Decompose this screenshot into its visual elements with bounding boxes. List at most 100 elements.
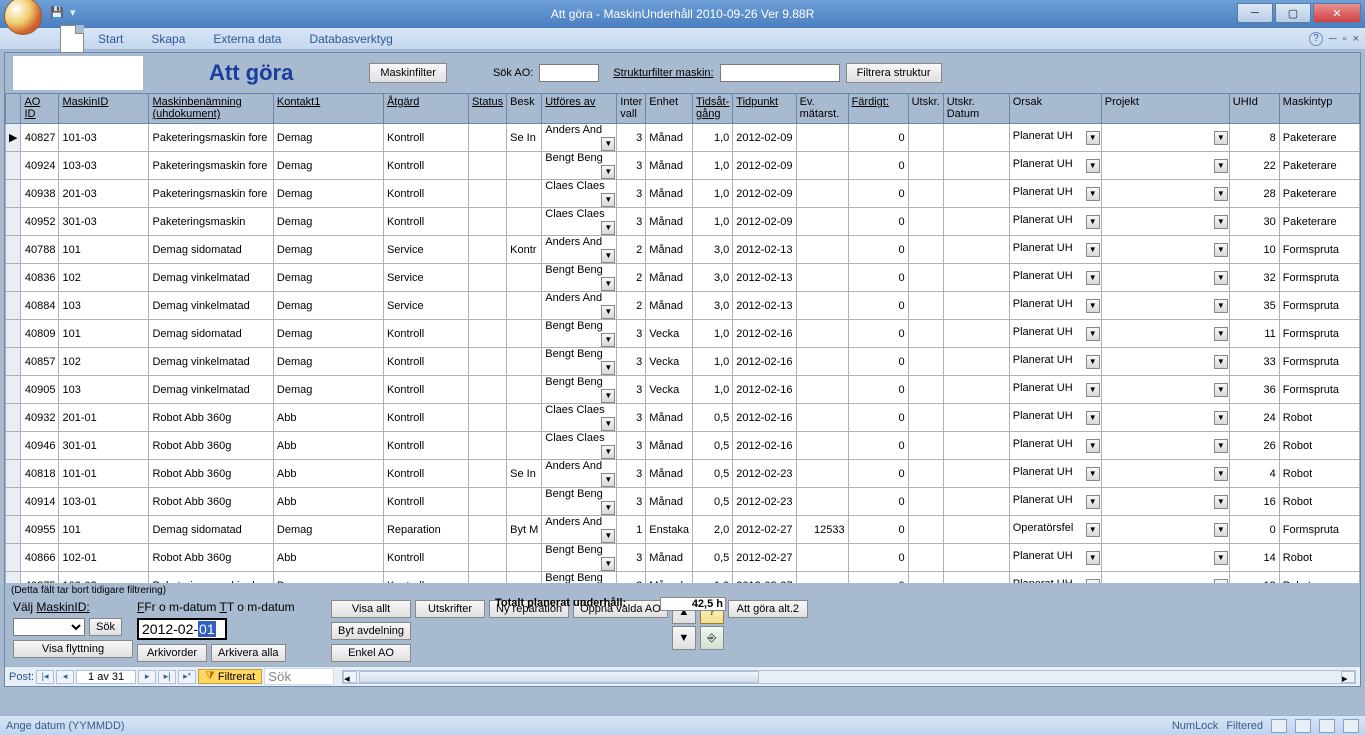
dropdown-icon[interactable]: ▼ — [601, 137, 615, 151]
view-layout-icon[interactable] — [1319, 719, 1335, 733]
filter-indicator[interactable]: ⧩Filtrerat — [198, 669, 262, 684]
arkivorder-button[interactable]: Arkivorder — [137, 644, 207, 662]
dropdown-icon[interactable]: ▼ — [1214, 327, 1228, 341]
dropdown-icon[interactable]: ▼ — [1086, 383, 1100, 397]
table-row[interactable]: 40952301-03PaketeringsmaskinDemagKontrol… — [6, 208, 1360, 236]
byt-avdelning-button[interactable]: Byt avdelning — [331, 622, 411, 640]
dropdown-icon[interactable]: ▼ — [601, 501, 615, 515]
table-row[interactable]: 40836102Demag vinkelmatadDemagServiceBen… — [6, 264, 1360, 292]
dropdown-icon[interactable]: ▼ — [1214, 159, 1228, 173]
dropdown-icon[interactable]: ▼ — [1214, 579, 1228, 583]
dropdown-icon[interactable]: ▼ — [601, 529, 615, 543]
table-row[interactable]: 40818101-01Robot Abb 360gAbbKontrollSe I… — [6, 460, 1360, 488]
table-row[interactable]: 40875102-03Paketeringsmaskin demDemagKon… — [6, 572, 1360, 584]
sok-button[interactable]: Sök — [89, 618, 122, 636]
dropdown-icon[interactable]: ▼ — [601, 193, 615, 207]
table-row[interactable]: 40946301-01Robot Abb 360gAbbKontrollClae… — [6, 432, 1360, 460]
menu-start[interactable]: Start — [98, 32, 123, 46]
table-row[interactable]: 40866102-01Robot Abb 360gAbbKontrollBeng… — [6, 544, 1360, 572]
dropdown-icon[interactable]: ▼ — [1086, 579, 1100, 583]
strukturfilter-input[interactable] — [720, 64, 840, 82]
horizontal-scrollbar[interactable]: ◂▸ — [342, 670, 1356, 684]
dropdown-icon[interactable]: ▼ — [1086, 355, 1100, 369]
dropdown-icon[interactable]: ▼ — [1214, 271, 1228, 285]
table-row[interactable]: 40938201-03Paketeringsmaskin foreDemagKo… — [6, 180, 1360, 208]
dropdown-icon[interactable]: ▼ — [1086, 159, 1100, 173]
dropdown-icon[interactable]: ▼ — [601, 473, 615, 487]
visa-flyttning-button[interactable]: Visa flyttning — [13, 640, 133, 658]
dropdown-icon[interactable]: ▼ — [1214, 187, 1228, 201]
dropdown-icon[interactable]: ▼ — [601, 445, 615, 459]
dropdown-icon[interactable]: ▼ — [1086, 495, 1100, 509]
dropdown-icon[interactable]: ▼ — [1214, 355, 1228, 369]
dropdown-icon[interactable]: ▼ — [1214, 299, 1228, 313]
dropdown-icon[interactable]: ▼ — [1214, 495, 1228, 509]
menu-skapa[interactable]: Skapa — [151, 32, 185, 46]
table-row[interactable]: 40914103-01Robot Abb 360gAbbKontrollBeng… — [6, 488, 1360, 516]
sok-ao-input[interactable] — [539, 64, 599, 82]
dropdown-icon[interactable]: ▼ — [1086, 299, 1100, 313]
filtrera-struktur-button[interactable]: Filtrera struktur — [846, 63, 942, 83]
maximize-button[interactable]: ▢ — [1275, 3, 1311, 23]
menu-externa[interactable]: Externa data — [213, 32, 281, 46]
dropdown-icon[interactable]: ▼ — [1214, 383, 1228, 397]
table-row[interactable]: ▶40827101-03Paketeringsmaskin foreDemagK… — [6, 124, 1360, 152]
table-row[interactable]: 40924103-03Paketeringsmaskin foreDemagKo… — [6, 152, 1360, 180]
dropdown-icon[interactable]: ▼ — [601, 305, 615, 319]
dropdown-icon[interactable]: ▼ — [1086, 551, 1100, 565]
recnav-next[interactable]: ▸ — [138, 670, 156, 684]
dropdown-icon[interactable]: ▼ — [1214, 523, 1228, 537]
move-down-button[interactable]: ▼ — [672, 626, 696, 650]
dropdown-icon[interactable]: ▼ — [601, 557, 615, 571]
view-form-icon[interactable] — [1295, 719, 1311, 733]
dropdown-icon[interactable]: ▼ — [1214, 467, 1228, 481]
dropdown-icon[interactable]: ▼ — [1214, 243, 1228, 257]
view-datasheet-icon[interactable] — [1271, 719, 1287, 733]
dropdown-icon[interactable]: ▼ — [601, 417, 615, 431]
dropdown-icon[interactable]: ▼ — [1214, 131, 1228, 145]
recnav-prev[interactable]: ◂ — [56, 670, 74, 684]
arkivera-alla-button[interactable]: Arkivera alla — [211, 644, 286, 662]
dropdown-icon[interactable]: ▼ — [601, 361, 615, 375]
dropdown-icon[interactable]: ▼ — [1214, 551, 1228, 565]
table-row[interactable]: 40955101Demag sidomatadDemagReparationBy… — [6, 516, 1360, 544]
dropdown-icon[interactable]: ▼ — [1086, 187, 1100, 201]
dropdown-icon[interactable]: ▼ — [601, 221, 615, 235]
dropdown-icon[interactable]: ▼ — [1086, 523, 1100, 537]
table-row[interactable]: 40857102Demag vinkelmatadDemagKontrollBe… — [6, 348, 1360, 376]
view-design-icon[interactable] — [1343, 719, 1359, 733]
maskinfilter-button[interactable]: Maskinfilter — [369, 63, 447, 83]
recnav-position[interactable]: 1 av 31 — [76, 670, 136, 684]
maskinid-select[interactable] — [13, 618, 85, 636]
table-row[interactable]: 40905103Demag vinkelmatadDemagKontrollBe… — [6, 376, 1360, 404]
from-date-input[interactable]: 2012-02-01 — [137, 618, 227, 640]
mdi-restore-icon[interactable]: ▫ — [1343, 33, 1347, 45]
recnav-first[interactable]: |◂ — [36, 670, 54, 684]
dropdown-icon[interactable]: ▼ — [1086, 467, 1100, 481]
dropdown-icon[interactable]: ▼ — [601, 277, 615, 291]
dropdown-icon[interactable]: ▼ — [1214, 215, 1228, 229]
dropdown-icon[interactable]: ▼ — [1086, 243, 1100, 257]
exit-button[interactable]: ⎆ — [700, 626, 724, 650]
dropdown-icon[interactable]: ▼ — [1086, 439, 1100, 453]
mdi-minimize-icon[interactable]: ─ — [1329, 33, 1337, 45]
table-row[interactable]: 40932201-01Robot Abb 360gAbbKontrollClae… — [6, 404, 1360, 432]
enkel-ao-button[interactable]: Enkel AO — [331, 644, 411, 662]
table-row[interactable]: 40788101Demag sidomatadDemagServiceKontr… — [6, 236, 1360, 264]
close-button[interactable]: ✕ — [1313, 3, 1361, 23]
qat-save-icon[interactable]: 💾 — [50, 6, 66, 22]
dropdown-icon[interactable]: ▼ — [1086, 411, 1100, 425]
dropdown-icon[interactable]: ▼ — [1086, 131, 1100, 145]
dropdown-icon[interactable]: ▼ — [1086, 215, 1100, 229]
recnav-last[interactable]: ▸| — [158, 670, 176, 684]
dropdown-icon[interactable]: ▼ — [1214, 439, 1228, 453]
data-grid[interactable]: AOID MaskinID Maskinbenämning(uhdokument… — [5, 93, 1360, 583]
alt2-button[interactable]: Att göra alt.2 — [728, 600, 808, 618]
help-icon[interactable]: ? — [1309, 32, 1323, 46]
dropdown-icon[interactable]: ▼ — [601, 165, 615, 179]
dropdown-icon[interactable]: ▼ — [601, 333, 615, 347]
recnav-new[interactable]: ▸* — [178, 670, 196, 684]
utskrifter-button[interactable]: Utskrifter — [415, 600, 485, 618]
dropdown-icon[interactable]: ▼ — [1086, 327, 1100, 341]
table-row[interactable]: 40884103Demag vinkelmatadDemagServiceAnd… — [6, 292, 1360, 320]
